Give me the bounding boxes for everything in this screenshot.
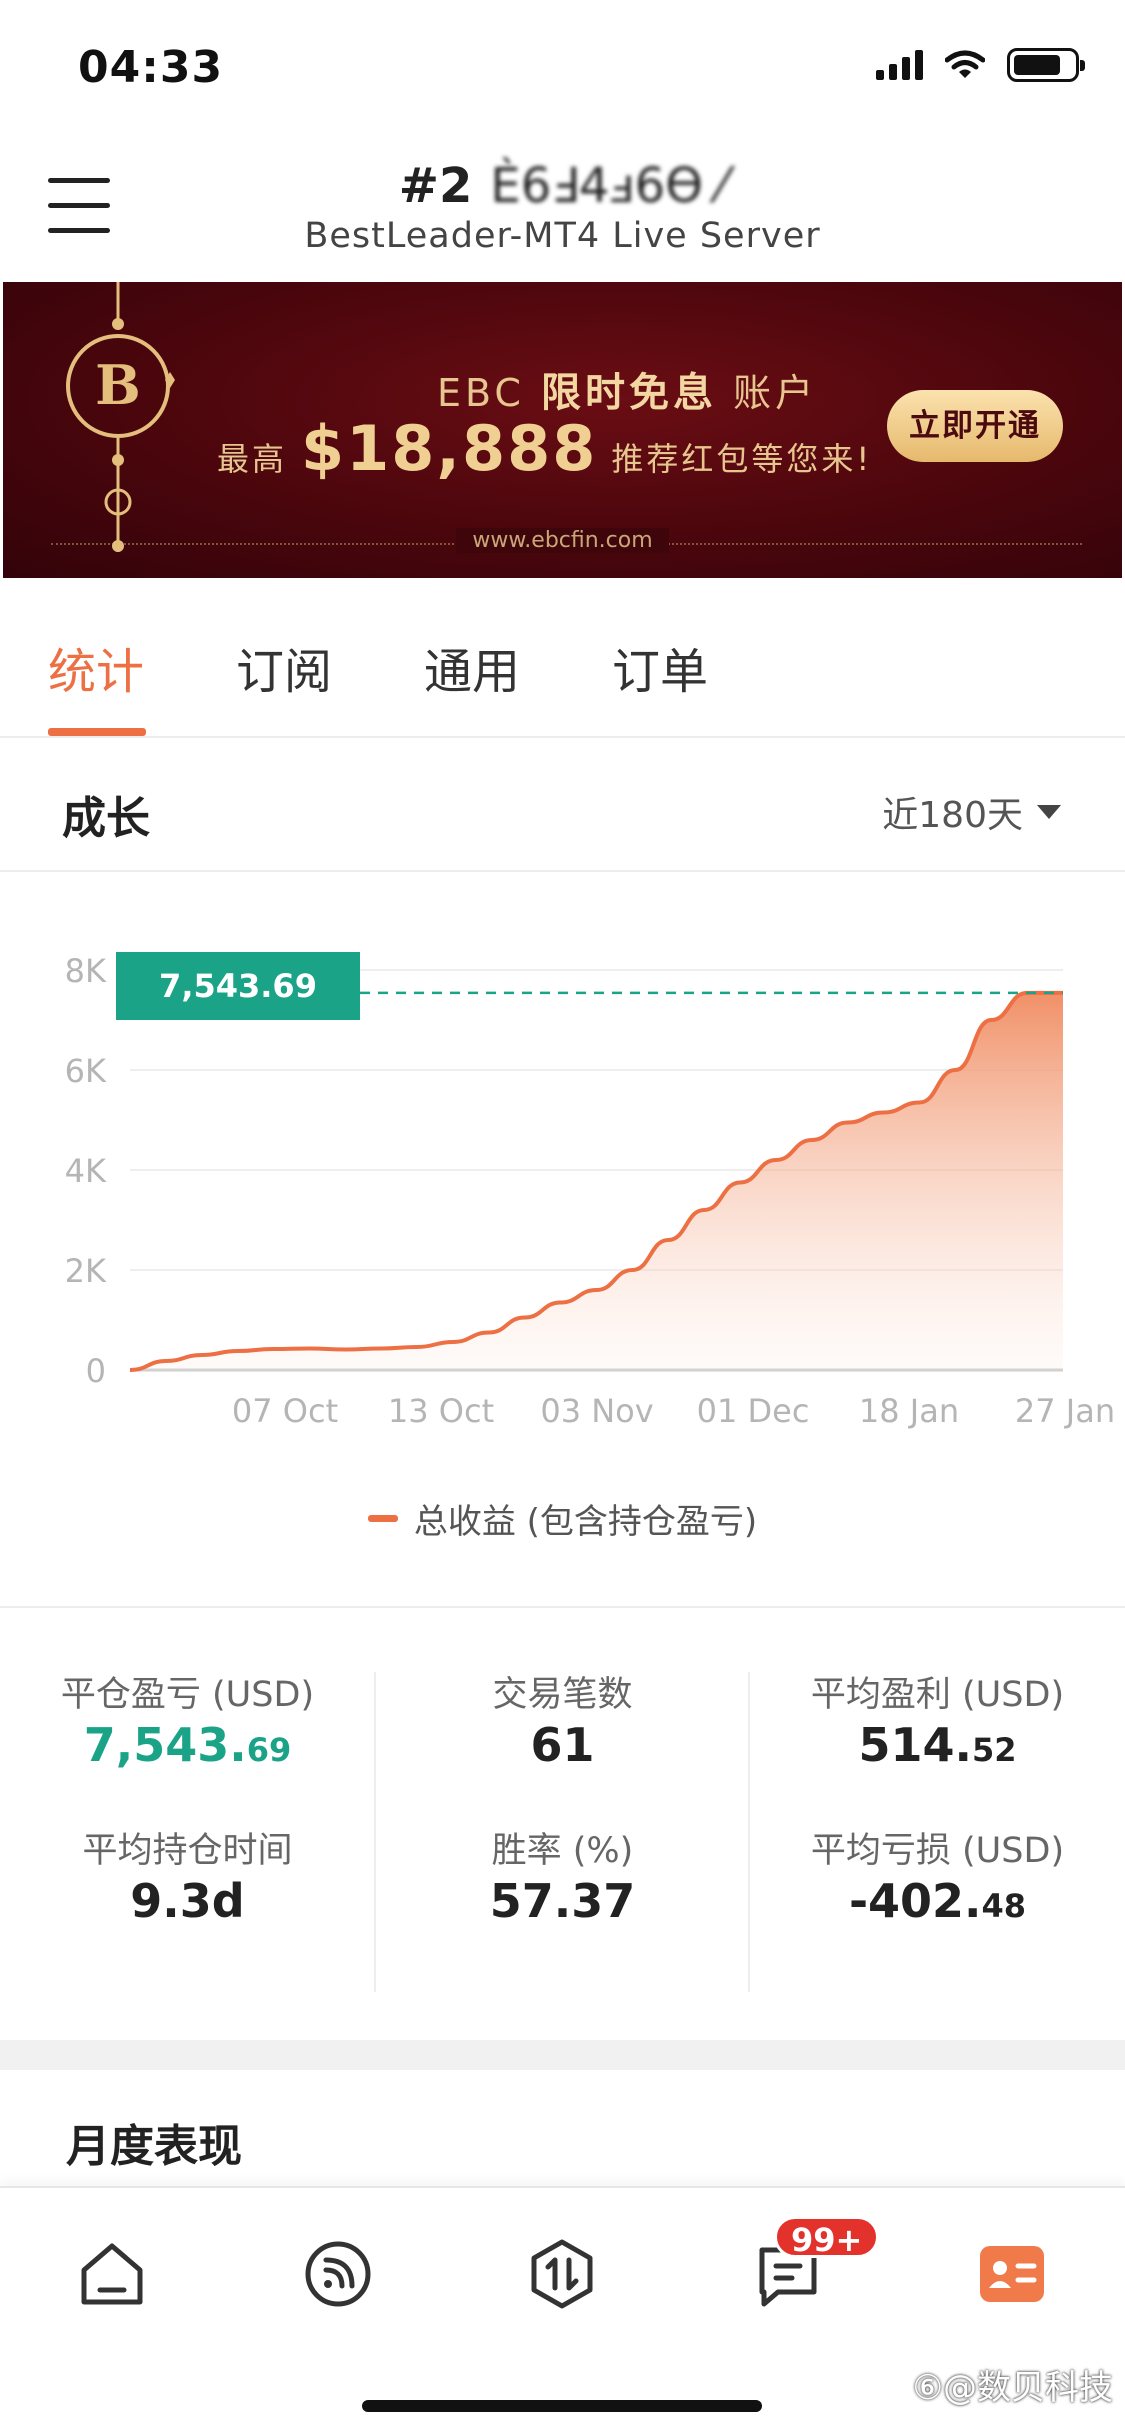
realized-pl-decimals: 69 bbox=[246, 1731, 292, 1769]
win-rate-label: 胜率 (%) bbox=[491, 1831, 634, 1871]
avg-loss-label: 平均亏损 (USD) bbox=[810, 1831, 1065, 1871]
wifi-icon bbox=[945, 50, 985, 78]
avg-hold-value: 9.3d bbox=[130, 1874, 245, 1928]
realized-pl-label: 平仓盈亏 (USD) bbox=[60, 1675, 315, 1715]
stats-column-3: 平均盈利 (USD) 514.52 平均亏损 (USD) -402.48 bbox=[750, 1666, 1125, 1930]
current-value-badge: 7,543.69 USD bbox=[116, 952, 360, 1073]
win-rate-value: 57.37 bbox=[489, 1874, 636, 1928]
legend-label: 总收益 (包含持仓盈亏) bbox=[413, 1502, 758, 1542]
account-title: #2 Ѐ6Ⅎ4ⅎ6Ѳ ⁄ bbox=[0, 158, 1125, 214]
home-icon[interactable] bbox=[72, 2234, 152, 2314]
chevron-down-icon bbox=[1037, 805, 1061, 819]
x-tick-label: 27 Jan bbox=[1015, 1392, 1115, 1430]
banner-headline-suffix: 账户 bbox=[717, 371, 818, 415]
range-label: 近180天 bbox=[882, 795, 1023, 836]
trades-label: 交易笔数 bbox=[492, 1675, 633, 1715]
status-bar: 04:33 bbox=[0, 0, 1125, 130]
battery-icon bbox=[1007, 48, 1085, 82]
tab-subscribe[interactable]: 订阅 bbox=[236, 632, 332, 702]
banner-url: www.ebcfin.com bbox=[3, 528, 1122, 553]
banner-subline-suffix: 推荐红包等您来! bbox=[611, 440, 873, 478]
growth-header: 成长 近180天 bbox=[0, 740, 1125, 872]
avg-profit-label: 平均盈利 (USD) bbox=[810, 1675, 1065, 1715]
home-indicator bbox=[362, 2400, 762, 2412]
signal-icon bbox=[876, 50, 923, 80]
avg-loss-main: -402. bbox=[848, 1874, 982, 1928]
trades-value: 61 bbox=[530, 1718, 595, 1772]
avg-profit-value: 514.52 bbox=[750, 1718, 1125, 1774]
legend-swatch bbox=[367, 1515, 398, 1522]
tab-bar: 统计 订阅 通用 订单 bbox=[0, 580, 1125, 738]
x-tick-label: 03 Nov bbox=[540, 1392, 653, 1430]
avg-loss-decimals: 48 bbox=[981, 1887, 1027, 1925]
banner-amount: $18,888 bbox=[301, 412, 598, 485]
status-icons bbox=[876, 48, 1085, 82]
section-separator bbox=[0, 2040, 1125, 2070]
account-number-masked: Ѐ6Ⅎ4ⅎ6Ѳ ⁄ bbox=[490, 158, 727, 214]
realized-pl-main: 7,543. bbox=[83, 1718, 247, 1772]
y-tick-label: 6K bbox=[65, 1052, 107, 1090]
banner-url-text: www.ebcfin.com bbox=[456, 528, 669, 553]
monthly-performance-title: 月度表现 bbox=[66, 2121, 242, 2172]
avg-hold-label: 平均持仓时间 bbox=[82, 1831, 293, 1871]
y-tick-label: 8K bbox=[65, 952, 107, 990]
growth-title: 成长 bbox=[62, 793, 150, 844]
profile-icon[interactable] bbox=[972, 2234, 1052, 2314]
realized-pl-value: 7,543.69 bbox=[0, 1718, 375, 1774]
tab-orders[interactable]: 订单 bbox=[612, 632, 708, 702]
app-header: #2 Ѐ6Ⅎ4ⅎ6Ѳ ⁄ BestLeader-MT4 Live Server bbox=[0, 140, 1125, 280]
watermark: ⑥@数贝科技 bbox=[912, 2368, 1113, 2408]
y-tick-label: 0 bbox=[86, 1352, 106, 1390]
x-tick-label: 01 Dec bbox=[697, 1392, 810, 1430]
status-time: 04:33 bbox=[78, 42, 224, 93]
stats-column-1: 平仓盈亏 (USD) 7,543.69 平均持仓时间 9.3d bbox=[0, 1666, 375, 1930]
tab-general[interactable]: 通用 bbox=[424, 632, 520, 702]
range-dropdown[interactable]: 近180天 bbox=[882, 786, 1061, 838]
open-now-button[interactable]: 立即开通 bbox=[887, 390, 1063, 462]
active-tab-indicator bbox=[48, 728, 146, 736]
banner-subline-prefix: 最高 bbox=[217, 440, 288, 478]
banner-headline-prefix: EBC bbox=[437, 371, 542, 415]
account-number-prefix: #2 bbox=[398, 158, 473, 214]
x-tick-label: 18 Jan bbox=[859, 1392, 959, 1430]
trade-icon[interactable] bbox=[522, 2234, 602, 2314]
avg-profit-decimals: 52 bbox=[971, 1731, 1017, 1769]
stats-column-2: 交易笔数 61 胜率 (%) 57.37 bbox=[375, 1666, 750, 1930]
unread-badge: 99+ bbox=[774, 2216, 880, 2259]
x-tick-label: 07 Oct bbox=[232, 1392, 338, 1430]
growth-chart: 0 2K 4K 6K 8K 07 Oct 13 Oct 03 Nov 01 Dec 18 Jan… bbox=[0, 874, 1125, 1604]
svg-text:B: B bbox=[95, 353, 141, 417]
banner-subline: 最高 $18,888 推荐红包等您来! bbox=[217, 412, 872, 485]
promo-banner[interactable]: B EBC 限时免息 账户 最高 $18,888 推荐红包等您来! 立即开通 w… bbox=[3, 282, 1122, 578]
avg-profit-main: 514. bbox=[858, 1718, 972, 1772]
banner-headline: EBC 限时免息 账户 bbox=[437, 360, 817, 418]
feed-icon[interactable] bbox=[298, 2234, 378, 2314]
avg-loss-value: -402.48 bbox=[750, 1874, 1125, 1930]
x-tick-label: 13 Oct bbox=[388, 1392, 494, 1430]
tab-statistics[interactable]: 统计 bbox=[48, 632, 144, 702]
y-tick-label: 2K bbox=[65, 1252, 107, 1290]
chart-legend[interactable]: 总收益 (包含持仓盈亏) bbox=[0, 1494, 1125, 1543]
stats-grid: 平仓盈亏 (USD) 7,543.69 平均持仓时间 9.3d 交易笔数 61 … bbox=[0, 1606, 1125, 2038]
bottom-nav: 99+ ⑥@数贝科技 bbox=[0, 2186, 1125, 2436]
y-tick-label: 4K bbox=[65, 1152, 107, 1190]
server-name: BestLeader-MT4 Live Server bbox=[304, 216, 821, 256]
banner-headline-highlight: 限时免息 bbox=[541, 370, 718, 416]
